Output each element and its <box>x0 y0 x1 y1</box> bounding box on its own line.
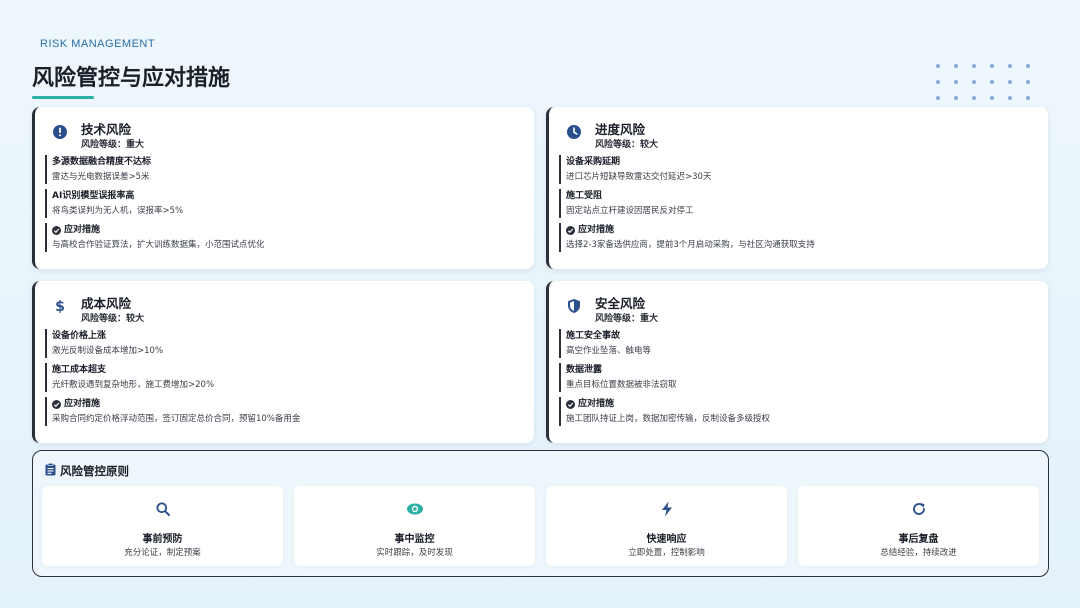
risk-card-cost: $ 成本风险 风险等级：较大 设备价格上涨 激光反制设备成本增加>10% 施工成… <box>32 281 534 443</box>
risk-name: 安全风险 <box>595 296 646 311</box>
principle-card: 事后复盘 总结经验，持续改进 <box>798 486 1039 566</box>
principle-name: 事后复盘 <box>898 534 939 545</box>
principle-desc: 总结经验，持续改进 <box>880 548 957 558</box>
risk-level: 风险等级：较大 <box>81 314 145 324</box>
risk-item-desc: 重点目标位置数据被非法窃取 <box>566 380 677 390</box>
risk-card-technical: 技术风险 风险等级：重大 多源数据融合精度不达标 雷达与光电数据误差>5米 AI… <box>32 107 534 269</box>
principle-card: 快速响应 立即处置，控制影响 <box>546 486 787 566</box>
decorative-dot-grid <box>936 64 1030 100</box>
risk-level: 风险等级：重大 <box>81 140 145 150</box>
measure-desc: 采购合同约定价格浮动范围，签订固定总价合同，预留10%备用金 <box>52 414 301 424</box>
risk-item-desc: 固定站点立杆建设因居民反对停工 <box>566 206 694 216</box>
measure-desc: 选择2-3家备选供应商，提前3个月启动采购，与社区沟通获取支持 <box>566 240 815 250</box>
risk-card-security: 安全风险 风险等级：重大 施工安全事故 高空作业坠落、触电等 数据泄露 重点目标… <box>546 281 1048 443</box>
measure-title: 应对措施 <box>64 225 101 235</box>
principles-title: 风险管控原则 <box>60 464 129 478</box>
svg-text:$: $ <box>55 299 65 314</box>
page-title: 风险管控与应对措施 <box>32 66 231 91</box>
risk-name: 技术风险 <box>81 122 132 137</box>
principle-desc: 实时跟踪，及时发现 <box>376 548 453 558</box>
measure-title: 应对措施 <box>578 225 615 235</box>
risk-item-desc: 高空作业坠落、触电等 <box>566 346 652 356</box>
risk-item-title: 施工成本超支 <box>52 365 107 375</box>
principle-name: 快速响应 <box>646 534 687 545</box>
risk-item-desc: 将鸟类误判为无人机，误报率>5% <box>52 206 184 216</box>
check-circle-icon <box>52 400 61 409</box>
eye-icon <box>406 500 424 518</box>
risk-item-title: 多源数据融合精度不达标 <box>52 157 152 167</box>
risk-item-desc: 进口芯片短缺导致雷达交付延迟>30天 <box>566 172 712 182</box>
dollar-icon: $ <box>51 297 69 315</box>
risk-level: 风险等级：较大 <box>595 140 659 150</box>
risk-measure: 应对措施 施工团队持证上岗，数据加密传输，反制设备多级授权 <box>559 397 1038 426</box>
title-underline <box>32 96 94 99</box>
principle-card: 事前预防 充分论证，制定预案 <box>42 486 283 566</box>
risk-item-title: 施工安全事故 <box>566 331 621 341</box>
risk-item: 数据泄露 重点目标位置数据被非法窃取 <box>559 363 1038 392</box>
risk-item: 多源数据融合精度不达标 雷达与光电数据误差>5米 <box>45 155 524 184</box>
shield-icon <box>565 297 583 315</box>
risk-card-schedule: 进度风险 风险等级：较大 设备采购延期 进口芯片短缺导致雷达交付延迟>30天 施… <box>546 107 1048 269</box>
risk-item-title: 设备采购延期 <box>566 157 621 167</box>
principle-name: 事前预防 <box>142 534 183 545</box>
principle-name: 事中监控 <box>394 534 435 545</box>
refresh-icon <box>910 500 928 518</box>
risk-measure: 应对措施 选择2-3家备选供应商，提前3个月启动采购，与社区沟通获取支持 <box>559 223 1038 252</box>
risk-item-title: 数据泄露 <box>566 365 603 375</box>
search-icon <box>154 500 172 518</box>
risk-level: 风险等级：重大 <box>595 314 659 324</box>
measure-title: 应对措施 <box>64 399 101 409</box>
principle-desc: 充分论证，制定预案 <box>124 548 201 558</box>
principle-desc: 立即处置，控制影响 <box>628 548 705 558</box>
risk-item-title: 施工受阻 <box>566 191 603 201</box>
risk-name: 成本风险 <box>81 296 132 311</box>
risk-item: 设备价格上涨 激光反制设备成本增加>10% <box>45 329 524 358</box>
risk-item-desc: 雷达与光电数据误差>5米 <box>52 172 150 182</box>
principle-card: 事中监控 实时跟踪，及时发现 <box>294 486 535 566</box>
measure-desc: 施工团队持证上岗，数据加密传输，反制设备多级授权 <box>566 414 771 424</box>
risk-item: 设备采购延期 进口芯片短缺导致雷达交付延迟>30天 <box>559 155 1038 184</box>
clipboard-icon <box>45 463 56 479</box>
risk-item-title: 设备价格上涨 <box>52 331 107 341</box>
risk-item: 施工安全事故 高空作业坠落、触电等 <box>559 329 1038 358</box>
risk-item-desc: 激光反制设备成本增加>10% <box>52 346 164 356</box>
clock-icon <box>565 123 583 141</box>
principles-panel: 风险管控原则 事前预防 充分论证，制定预案 事中监控 实时跟踪，及时发现 快速响… <box>32 450 1049 577</box>
risk-name: 进度风险 <box>595 122 646 137</box>
risk-measure: 应对措施 采购合同约定价格浮动范围，签订固定总价合同，预留10%备用金 <box>45 397 524 426</box>
alert-circle-icon <box>51 123 69 141</box>
check-circle-icon <box>566 226 575 235</box>
risk-measure: 应对措施 与高校合作验证算法，扩大训练数据集，小范围试点优化 <box>45 223 524 252</box>
bolt-icon <box>658 500 676 518</box>
risk-item: 施工成本超支 光纤敷设遇到复杂地形，施工费增加>20% <box>45 363 524 392</box>
risk-item-title: AI识别模型误报率高 <box>52 191 135 201</box>
eyebrow-label: RISK MANAGEMENT <box>40 38 156 50</box>
check-circle-icon <box>52 226 61 235</box>
measure-desc: 与高校合作验证算法，扩大训练数据集，小范围试点优化 <box>52 240 265 250</box>
risk-item: AI识别模型误报率高 将鸟类误判为无人机，误报率>5% <box>45 189 524 218</box>
measure-title: 应对措施 <box>578 399 615 409</box>
risk-item: 施工受阻 固定站点立杆建设因居民反对停工 <box>559 189 1038 218</box>
risk-item-desc: 光纤敷设遇到复杂地形，施工费增加>20% <box>52 380 215 390</box>
check-circle-icon <box>566 400 575 409</box>
